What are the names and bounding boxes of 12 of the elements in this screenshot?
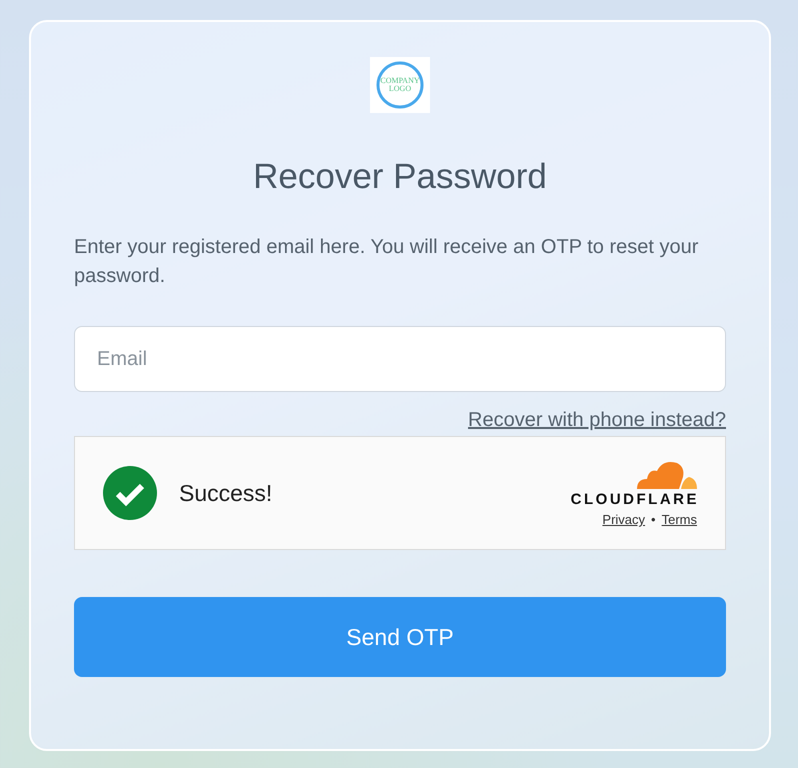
company-logo: COMPANY LOGO	[370, 57, 430, 113]
terms-link[interactable]: Terms	[662, 512, 697, 527]
privacy-link[interactable]: Privacy	[602, 512, 646, 527]
phone-recovery-link[interactable]: Recover with phone instead?	[468, 408, 726, 432]
separator-dot: •	[651, 512, 656, 527]
email-field[interactable]: Email	[74, 326, 726, 392]
success-check-icon	[103, 466, 157, 520]
page-title: Recover Password	[252, 157, 548, 197]
instructions-text: Enter your registered email here. You will receive an OTP to reset your password.	[74, 235, 700, 289]
brand-wordmark: CLOUDFLARE	[570, 491, 699, 508]
cloud-icon	[635, 459, 697, 489]
captcha-status: Success!	[179, 480, 274, 506]
